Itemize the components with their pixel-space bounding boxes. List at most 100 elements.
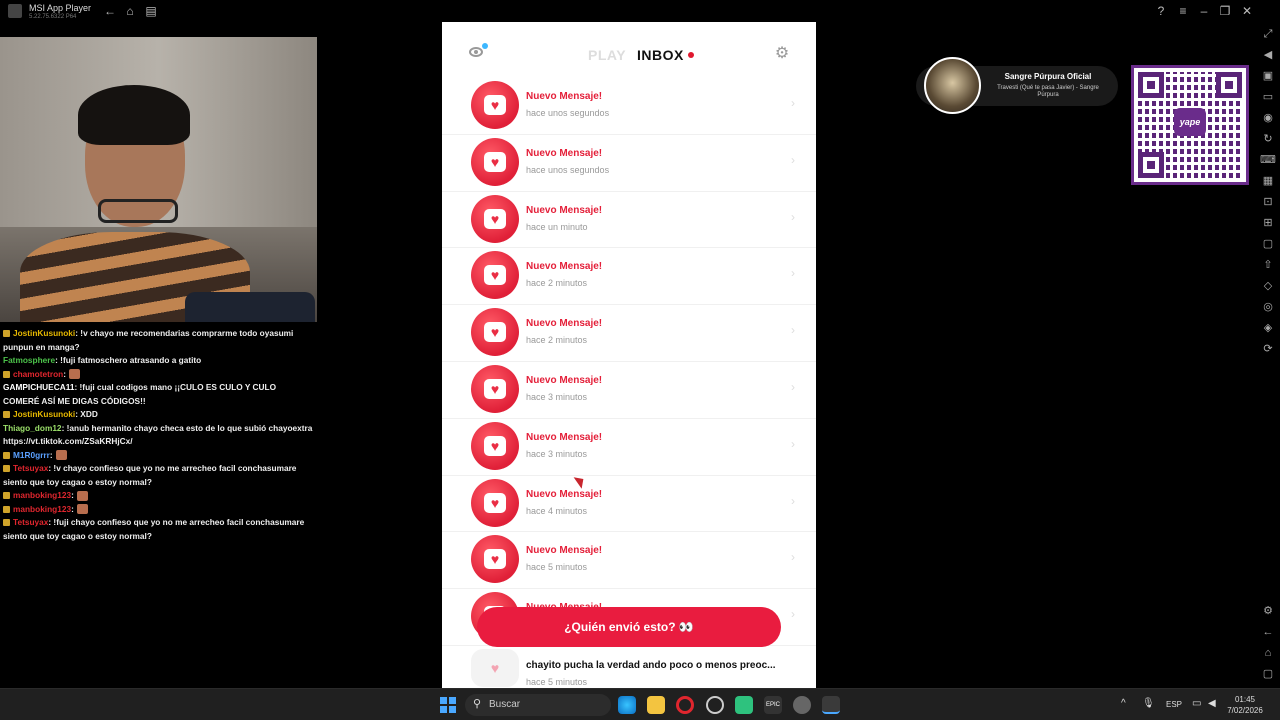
tray-chevron-icon[interactable]: ^ xyxy=(1121,698,1126,709)
language-indicator[interactable]: ESP xyxy=(1166,700,1182,709)
chat-badge-icon xyxy=(3,411,10,419)
chat-badge-icon xyxy=(3,465,10,473)
fullscreen-icon[interactable]: ⤢ xyxy=(1260,26,1276,42)
inbox-item[interactable]: ♥ Nuevo Mensaje! hace 3 minutos › xyxy=(442,419,816,476)
home-icon[interactable]: ⌂ xyxy=(122,3,138,19)
volume-icon[interactable]: ◀ xyxy=(1260,47,1276,63)
who-sent-this-button[interactable]: ¿Quién envió esto? 👀 xyxy=(477,607,781,647)
file-explorer-icon[interactable] xyxy=(647,696,665,714)
inbox-item[interactable]: ♥ Nuevo Mensaje! hace un minuto › xyxy=(442,192,816,249)
install-apk-icon[interactable]: ⇧ xyxy=(1260,257,1276,273)
epic-games-icon[interactable]: EPIC xyxy=(764,696,782,714)
folder-icon[interactable]: ▢ xyxy=(1260,236,1276,252)
chevron-right-icon: › xyxy=(791,209,795,224)
android-app-icon[interactable] xyxy=(735,696,753,714)
heart-icon: ♥ xyxy=(490,153,500,170)
settings-app-icon[interactable] xyxy=(793,696,811,714)
tab-inbox[interactable]: INBOX xyxy=(637,47,684,63)
chat-username[interactable]: M1R0grrr xyxy=(13,450,50,460)
back-icon[interactable]: ← xyxy=(102,3,118,19)
help-icon[interactable]: ? xyxy=(1153,3,1169,19)
microphone-icon[interactable]: 🎙 xyxy=(1142,698,1155,709)
chat-message: Thiago_dom12: !anub hermanito chayo chec… xyxy=(0,422,317,449)
emulator-sidebar: ⤢ ◀ ▣ ▭ ◉ ↻ ⌨ ▦ ⊡ ⊞ ▢ ⇧ ◇ ◎ ◈ ⟳ ⚙ ← ⌂ ▢ xyxy=(1256,22,1280,688)
keyboard-icon[interactable]: ▣ xyxy=(1260,68,1276,84)
message-title: Nuevo Mensaje! xyxy=(526,204,603,216)
message-avatar: ♥ xyxy=(471,194,519,243)
capture-icon[interactable]: ⊞ xyxy=(1260,215,1276,231)
message-avatar: ♥ xyxy=(471,478,519,527)
chat-username[interactable]: Tetsuyax xyxy=(13,463,48,473)
chat-message: JostinKusunoki: !v chayo me recomendaria… xyxy=(0,327,317,354)
chat-username[interactable]: chamotetron xyxy=(13,369,63,379)
chat-text: : !fuji chayo confieso que yo no me arre… xyxy=(3,517,305,541)
message-title: Nuevo Mensaje! xyxy=(526,91,603,102)
screenshot-icon[interactable]: ⊡ xyxy=(1260,194,1276,210)
notification-dot xyxy=(482,43,488,49)
inbox-item[interactable]: ♥ Nuevo Mensaje! hace 5 minutos › xyxy=(442,532,816,590)
chat-username[interactable]: Thiago_dom12 xyxy=(3,423,62,433)
performance-icon[interactable]: ▦ xyxy=(1260,173,1276,189)
emulator-titlebar: MSI App Player 5.22.75.6322 P64 ← ⌂ ▤ ? … xyxy=(0,0,1280,22)
yape-logo: yape xyxy=(1174,108,1206,136)
webcam-feed xyxy=(0,37,317,322)
chat-message: M1R0grrr: xyxy=(0,449,317,463)
heart-icon: ♥ xyxy=(490,494,500,511)
edge-icon[interactable] xyxy=(618,696,636,714)
menu-icon[interactable]: ≡ xyxy=(1175,3,1191,19)
close-icon[interactable]: ✕ xyxy=(1239,3,1255,19)
location-icon[interactable]: ◎ xyxy=(1260,299,1276,315)
android-recent-icon[interactable]: ▢ xyxy=(1260,666,1276,682)
inbox-item[interactable]: ♥ Nuevo Mensaje! hace 4 minutos › xyxy=(442,476,816,533)
rotate-icon[interactable]: ↻ xyxy=(1260,131,1276,147)
gear-icon[interactable]: ⚙ xyxy=(774,46,790,62)
record-icon[interactable]: ◉ xyxy=(1260,110,1276,126)
chevron-right-icon: › xyxy=(791,96,795,110)
taskbar-clock[interactable]: 01:45 7/02/2026 xyxy=(1222,694,1268,716)
settings-icon[interactable]: ⚙ xyxy=(1260,603,1276,619)
speaker-icon[interactable]: ◀ xyxy=(1208,698,1216,709)
inbox-item[interactable]: ♥ Nuevo Mensaje! hace 3 minutos › xyxy=(442,362,816,419)
chat-username[interactable]: JostinKusunoki xyxy=(13,409,75,419)
chat-text: : !v chayo confieso que yo no me arreche… xyxy=(3,463,297,487)
chat-username[interactable]: Tetsuyax xyxy=(13,517,48,527)
chevron-right-icon: › xyxy=(791,323,795,338)
multitask-icon[interactable]: ▤ xyxy=(143,3,159,19)
chat-username[interactable]: JostinKusunoki xyxy=(13,328,75,338)
heart-card: ♥ xyxy=(484,151,506,172)
chat-username[interactable]: manboking123 xyxy=(13,504,71,514)
msi-app-player-icon[interactable] xyxy=(822,696,840,714)
layers-icon[interactable]: ◈ xyxy=(1260,320,1276,336)
message-avatar: ♥ xyxy=(471,81,519,129)
steam-icon[interactable] xyxy=(706,696,724,714)
song-title: Travesti (Qué te pasa Javier) - Sangre P… xyxy=(997,85,1099,98)
eraser-icon[interactable]: ◇ xyxy=(1260,278,1276,294)
restore-icon[interactable]: ❐ xyxy=(1217,3,1233,19)
opera-gx-icon[interactable] xyxy=(676,696,694,714)
heart-icon: ♥ xyxy=(490,437,500,454)
eye-icon[interactable] xyxy=(469,47,483,57)
message-time: hace 5 minutos xyxy=(526,677,588,687)
chat-text: : xyxy=(71,490,74,500)
chat-message: JostinKusunoki: XDD xyxy=(0,408,317,422)
minimize-icon[interactable]: – xyxy=(1196,3,1212,19)
inbox-item-read[interactable]: ♥ chayito pucha la verdad ando poco o me… xyxy=(442,644,816,688)
network-icon[interactable]: ▭ xyxy=(1192,698,1201,709)
sync-icon[interactable]: ⟳ xyxy=(1260,341,1276,357)
macro-icon[interactable]: ⌨ xyxy=(1260,152,1276,168)
qr-finder xyxy=(1138,152,1164,178)
inbox-item[interactable]: ♥ Nuevo Mensaje! hace 2 minutos › xyxy=(442,305,816,362)
chat-username[interactable]: GAMPICHUECA11 xyxy=(3,382,74,392)
windows-start-icon[interactable] xyxy=(440,697,456,713)
gamepad-icon[interactable]: ▭ xyxy=(1260,89,1276,105)
inbox-item[interactable]: ♥ Nuevo Mensaje! hace 2 minutos › xyxy=(442,248,816,306)
chat-username[interactable]: manboking123 xyxy=(13,490,71,500)
chat-username[interactable]: Fatmosphere xyxy=(3,355,55,365)
android-back-icon[interactable]: ← xyxy=(1260,624,1276,640)
inbox-item[interactable]: ♥ Nuevo Mensaje! hace unos segundos › xyxy=(442,78,816,135)
song-artist: Sangre Púrpura Oficial xyxy=(1004,72,1092,81)
tab-play[interactable]: PLAY xyxy=(588,47,626,63)
android-home-icon[interactable]: ⌂ xyxy=(1260,645,1276,661)
inbox-item[interactable]: ♥ Nuevo Mensaje! hace unos segundos › xyxy=(442,135,816,192)
taskbar-search[interactable]: ⚲ Buscar xyxy=(465,694,611,716)
